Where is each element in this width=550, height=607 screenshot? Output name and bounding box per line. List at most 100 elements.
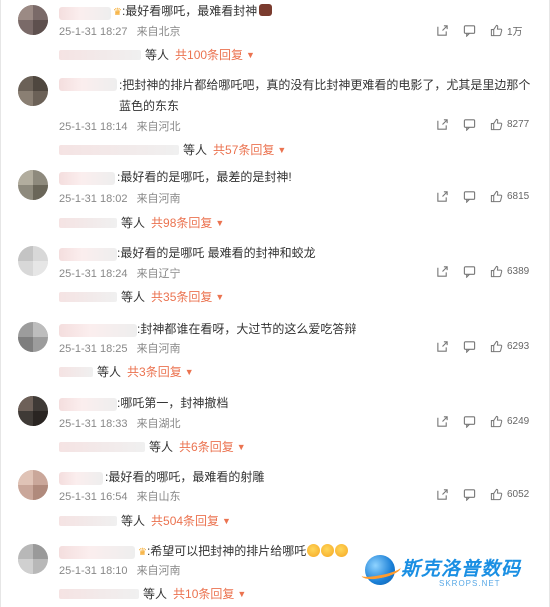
comment-text: ♛:最好看哪吒，最难看封神 (113, 1, 531, 23)
comment-text: :最好看的哪吒，最难看的射雕 (105, 470, 265, 484)
comment-time: 25-1-31 18:27 (59, 26, 128, 38)
comment-actions: 6815 (422, 190, 533, 203)
comment-meta: 25-1-31 18:33 来自湖北 (59, 415, 187, 431)
avatar[interactable] (18, 470, 48, 500)
comment-time: 25-1-31 18:24 (59, 268, 128, 280)
comment-time: 25-1-31 18:33 (59, 418, 128, 430)
comment-meta: 25-1-31 18:10 来自河南 (59, 562, 187, 578)
like-icon[interactable] (490, 118, 503, 131)
comment-icon[interactable] (463, 190, 476, 203)
comment-icon[interactable] (463, 415, 476, 428)
like-count: 6389 (507, 266, 530, 277)
chevron-down-icon: ▼ (222, 515, 231, 526)
username-blurred[interactable] (59, 7, 111, 20)
like-icon[interactable] (490, 24, 503, 37)
comment-icon[interactable] (463, 340, 476, 353)
username-blurred[interactable] (59, 172, 115, 185)
emoji-icon (259, 4, 273, 16)
chevron-down-icon: ▼ (237, 588, 247, 599)
username-blurred[interactable] (59, 546, 135, 559)
comment-meta: 25-1-31 16:54 来自山东 (59, 488, 187, 504)
chevron-down-icon: ▼ (277, 144, 287, 155)
share-icon[interactable] (436, 415, 449, 428)
replier-names-blurred (59, 144, 179, 155)
comment-actions: 6293 (422, 340, 533, 353)
reply-summary[interactable]: 等人 共6条回复 ▼ (59, 438, 246, 455)
avatar[interactable] (18, 76, 48, 106)
reply-summary[interactable]: 等人 共98条回复 ▼ (59, 214, 224, 231)
share-icon[interactable] (436, 118, 449, 131)
comment-actions: 1万 (422, 23, 533, 38)
comment-icon[interactable] (463, 265, 476, 278)
reply-summary[interactable]: 等人 共100条回复 ▼ (59, 46, 255, 63)
comment-actions: 6052 (422, 488, 533, 501)
crown-icon: ♛ (113, 7, 122, 18)
comment-actions: 6249 (422, 415, 533, 428)
username-blurred[interactable] (59, 472, 103, 485)
comment-text: :封神都谁在看呀，大过节的这么爱吃答辩 (137, 322, 357, 336)
avatar[interactable] (18, 322, 48, 352)
reply-summary[interactable]: 等人 共35条回复 ▼ (59, 288, 224, 305)
like-count: 6052 (507, 489, 530, 500)
watermark-logo: 斯克洛普数码 SKROPS.NET (360, 551, 533, 595)
comment-meta: 25-1-31 18:27 来自北京 (59, 23, 187, 39)
comment-location: 来自北京 (136, 26, 181, 38)
chevron-down-icon: ▼ (215, 291, 225, 302)
comment-time: 25-1-31 18:02 (59, 193, 128, 205)
reply-count-link[interactable]: 共6条回复 (179, 438, 234, 455)
chevron-down-icon: ▼ (246, 49, 255, 60)
replier-names-blurred (59, 515, 117, 526)
share-icon[interactable] (436, 190, 449, 203)
emoji-icon (335, 544, 349, 557)
reply-count-link[interactable]: 共35条回复 (151, 288, 212, 305)
share-icon[interactable] (436, 265, 449, 278)
reply-summary[interactable]: 等人 共57条回复 ▼ (59, 141, 286, 158)
avatar[interactable] (18, 246, 48, 276)
share-icon[interactable] (436, 24, 449, 37)
replier-names-blurred (59, 588, 139, 599)
emoji-icon (307, 544, 321, 557)
avatar[interactable] (18, 396, 48, 426)
avatar[interactable] (18, 544, 48, 574)
comment-time: 25-1-31 18:10 (59, 565, 128, 577)
reply-count-link[interactable]: 共504条回复 (151, 512, 219, 529)
username-blurred[interactable] (59, 398, 117, 411)
comment-meta: 25-1-31 18:25 来自河南 (59, 340, 187, 356)
share-icon[interactable] (436, 340, 449, 353)
chevron-down-icon: ▼ (215, 217, 225, 228)
comment-icon[interactable] (463, 24, 476, 37)
comment-actions: 8277 (422, 118, 533, 131)
comment-actions: 6389 (422, 265, 533, 278)
like-icon[interactable] (490, 488, 503, 501)
comment-list: ♛:最好看哪吒，最难看封神 25-1-31 18:27 来自北京 1万 等人 共… (0, 0, 550, 607)
comment-location: 来自河北 (136, 121, 181, 133)
like-icon[interactable] (490, 190, 503, 203)
reply-count-link[interactable]: 共100条回复 (175, 46, 243, 63)
reply-summary[interactable]: 等人 共10条回复 ▼ (59, 585, 246, 602)
reply-count-link[interactable]: 共3条回复 (127, 363, 182, 380)
reply-summary[interactable]: 等人 共504条回复 ▼ (59, 512, 231, 529)
comment-time: 25-1-31 18:25 (59, 343, 128, 355)
like-count: 6815 (507, 191, 530, 202)
comment-icon[interactable] (463, 488, 476, 501)
username-blurred[interactable] (59, 78, 117, 91)
avatar[interactable] (18, 5, 48, 35)
comment-text: :把封神的排片都给哪吒吧，真的没有比封神更难看的电影了，尤其是里边那个蓝色的东东 (119, 78, 531, 113)
like-icon[interactable] (490, 265, 503, 278)
like-icon[interactable] (490, 340, 503, 353)
reply-count-link[interactable]: 共98条回复 (151, 214, 212, 231)
like-icon[interactable] (490, 415, 503, 428)
username-blurred[interactable] (59, 248, 117, 261)
like-count: 1万 (507, 27, 523, 38)
chevron-down-icon: ▼ (184, 366, 194, 377)
avatar[interactable] (18, 170, 48, 200)
username-blurred[interactable] (59, 324, 137, 337)
comment-location: 来自辽宁 (136, 268, 181, 280)
comment-meta: 25-1-31 18:02 来自河南 (59, 190, 187, 206)
reply-count-link[interactable]: 共57条回复 (213, 141, 274, 158)
like-count: 8277 (507, 119, 530, 130)
comment-icon[interactable] (463, 118, 476, 131)
reply-count-link[interactable]: 共10条回复 (173, 585, 234, 602)
share-icon[interactable] (436, 488, 449, 501)
reply-summary[interactable]: 等人 共3条回复 ▼ (59, 363, 194, 380)
